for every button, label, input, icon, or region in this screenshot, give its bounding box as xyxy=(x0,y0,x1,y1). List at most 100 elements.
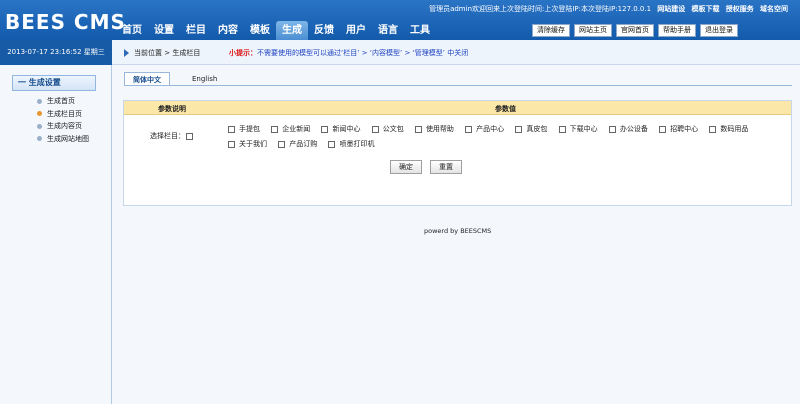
option-about-us[interactable]: 关于我们 xyxy=(228,138,267,151)
option-label: 下载中心 xyxy=(569,125,598,133)
option-label: 企业新闻 xyxy=(282,125,311,133)
option-label: 数码用品 xyxy=(720,125,749,133)
option-help[interactable]: 使用帮助 xyxy=(414,123,454,136)
option-label: 产品订购 xyxy=(289,140,318,148)
checkbox[interactable] xyxy=(371,126,379,133)
select-column-label: 选择栏目： xyxy=(150,131,193,141)
option-leather-bag[interactable]: 真皮包 xyxy=(515,123,547,136)
form-actions: 确定 重置 xyxy=(390,160,462,174)
column-header-value: 参数值 xyxy=(495,105,516,113)
option-handbag[interactable]: 手提包 xyxy=(228,123,260,136)
tab-english[interactable]: English xyxy=(170,72,225,86)
logout-button[interactable]: 退出登录 xyxy=(700,24,738,37)
option-download-center[interactable]: 下载中心 xyxy=(558,123,598,136)
bullet-icon xyxy=(37,98,42,104)
checkbox[interactable] xyxy=(228,141,235,148)
checkbox[interactable] xyxy=(328,141,336,148)
nav-feedback[interactable]: 反馈 xyxy=(308,21,340,40)
link-website-building[interactable]: 网站建设 xyxy=(657,5,685,13)
nav-settings[interactable]: 设置 xyxy=(148,21,180,40)
column-header-description: 参数说明 xyxy=(158,105,186,113)
table-header: 参数说明 参数值 xyxy=(124,101,791,115)
reset-button[interactable]: 重置 xyxy=(430,160,462,174)
checkbox[interactable] xyxy=(709,126,717,133)
welcome-text: 管理员admin欢迎回来上次登陆时间:上次登陆IP:本次登陆IP:127.0.0… xyxy=(429,5,652,13)
sidebar-item-label: 生成内容页 xyxy=(47,122,82,131)
breadcrumb: 当前位置 > 生成栏目 xyxy=(124,48,200,58)
checkbox[interactable] xyxy=(465,126,473,133)
tab-divider xyxy=(124,85,792,86)
option-recruitment[interactable]: 招聘中心 xyxy=(659,123,698,136)
sidebar-item-label: 生成首页 xyxy=(47,97,75,106)
nav-users[interactable]: 用户 xyxy=(340,21,372,40)
datetime-display: 2013-07-17 23:16:52 星期三 xyxy=(0,40,112,65)
sidebar-section-title[interactable]: 一 生成设置 xyxy=(12,75,96,91)
tab-simplified-chinese[interactable]: 简体中文 xyxy=(124,72,170,86)
bullet-icon xyxy=(37,123,42,129)
checkbox[interactable] xyxy=(271,126,279,133)
checkbox[interactable] xyxy=(278,141,286,148)
site-home-button[interactable]: 网站主页 xyxy=(574,24,612,37)
sidebar: 一 生成设置 生成首页 生成栏目页 生成内容页 生成网站地图 xyxy=(0,65,112,404)
option-label: 手提包 xyxy=(239,125,260,133)
option-label: 产品中心 xyxy=(476,125,505,133)
option-company-news[interactable]: 企业新闻 xyxy=(271,123,310,136)
nav-templates[interactable]: 模板 xyxy=(244,21,276,40)
nav-home[interactable]: 首页 xyxy=(116,21,148,40)
link-license-service[interactable]: 授权服务 xyxy=(726,5,754,13)
option-product-order[interactable]: 产品订购 xyxy=(278,138,317,151)
option-label: 关于我们 xyxy=(239,140,267,148)
option-product-center[interactable]: 产品中心 xyxy=(465,123,504,136)
row-label-text: 选择栏目： xyxy=(150,132,185,140)
option-office-equipment[interactable]: 办公设备 xyxy=(608,123,648,136)
checkbox[interactable] xyxy=(414,126,422,133)
official-home-button[interactable]: 官网首页 xyxy=(616,24,654,37)
generate-form-panel: 参数说明 参数值 选择栏目： 手提包 企业新闻 新闻中心 公文包 使用帮助 产品… xyxy=(123,100,792,206)
nav-language[interactable]: 语言 xyxy=(372,21,404,40)
column-checkbox-list: 手提包 企业新闻 新闻中心 公文包 使用帮助 产品中心 真皮包 下载中心 办公设… xyxy=(228,123,768,153)
link-template-download[interactable]: 模板下载 xyxy=(692,5,720,13)
nav-columns[interactable]: 栏目 xyxy=(180,21,212,40)
link-domain-hosting[interactable]: 域名空间 xyxy=(760,5,788,13)
bullet-icon xyxy=(37,111,42,117)
checkbox[interactable] xyxy=(659,126,667,133)
header-buttons: 清除缓存 网站主页 官网首页 帮助手册 退出登录 xyxy=(532,24,738,37)
option-inkjet-printer[interactable]: 喷墨打印机 xyxy=(328,138,374,151)
clear-cache-button[interactable]: 清除缓存 xyxy=(532,24,570,37)
sidebar-item-generate-content[interactable]: 生成内容页 xyxy=(37,120,89,133)
select-all-checkbox[interactable] xyxy=(186,132,193,140)
bullet-icon xyxy=(37,136,42,142)
confirm-button[interactable]: 确定 xyxy=(390,160,422,174)
checkbox[interactable] xyxy=(321,126,329,133)
nav-content[interactable]: 内容 xyxy=(212,21,244,40)
option-digital-products[interactable]: 数码用品 xyxy=(709,123,748,136)
checkbox[interactable] xyxy=(558,126,566,133)
triangle-right-icon xyxy=(124,49,129,57)
nav-generate[interactable]: 生成 xyxy=(276,21,308,40)
sidebar-item-generate-sitemap[interactable]: 生成网站地图 xyxy=(37,133,89,146)
option-news-center[interactable]: 新闻中心 xyxy=(321,123,360,136)
footer-text: powerd by BEESCMS xyxy=(424,227,492,235)
help-manual-button[interactable]: 帮助手册 xyxy=(658,24,696,37)
sidebar-item-generate-column[interactable]: 生成栏目页 xyxy=(37,108,89,121)
language-tabs: 简体中文 English xyxy=(124,72,225,86)
sidebar-list: 生成首页 生成栏目页 生成内容页 生成网站地图 xyxy=(37,95,89,145)
option-label: 真皮包 xyxy=(526,125,548,133)
nav-tools[interactable]: 工具 xyxy=(404,21,436,40)
breadcrumb-text: 当前位置 > 生成栏目 xyxy=(134,49,201,57)
option-label: 公文包 xyxy=(382,125,404,133)
checkbox[interactable] xyxy=(515,126,523,133)
option-label: 办公设备 xyxy=(619,125,648,133)
option-label: 新闻中心 xyxy=(332,125,361,133)
checkbox[interactable] xyxy=(228,126,235,133)
option-briefcase[interactable]: 公文包 xyxy=(371,123,404,136)
option-label: 喷墨打印机 xyxy=(339,140,375,148)
breadcrumb-bar: 当前位置 > 生成栏目 小提示：不需要使用的模型可以通过‘栏目’ > ‘内容模型… xyxy=(112,40,800,65)
option-label: 使用帮助 xyxy=(425,125,454,133)
sidebar-item-generate-home[interactable]: 生成首页 xyxy=(37,95,89,108)
sidebar-item-label: 生成栏目页 xyxy=(47,109,82,118)
checkbox[interactable] xyxy=(608,126,616,133)
top-header: BEES CMS 管理员admin欢迎回来上次登陆时间:上次登陆IP:本次登陆I… xyxy=(0,0,800,40)
tip-label: 小提示： xyxy=(229,49,257,57)
sidebar-item-label: 生成网站地图 xyxy=(47,134,89,143)
